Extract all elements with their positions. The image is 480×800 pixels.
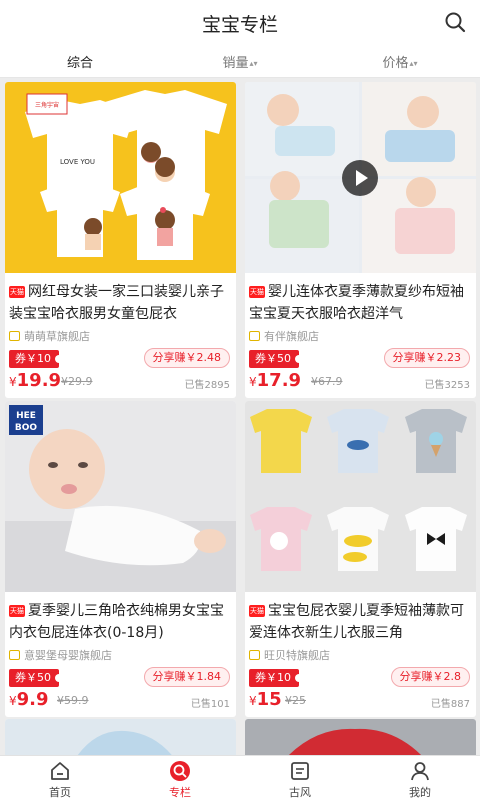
document-icon xyxy=(291,762,309,780)
video-play-icon[interactable] xyxy=(342,160,378,196)
share-earn-button[interactable]: 分享赚￥2.48 xyxy=(143,348,230,368)
product-card[interactable]: 天猫 婴儿连体衣夏季薄款夏纱布短袖宝宝夏天衣服哈衣超洋气 有伴旗舰店 券￥50 分… xyxy=(245,82,476,398)
price: ¥9.9 xyxy=(9,689,49,710)
product-card[interactable]: HEE BOO 天猫 夏季婴儿三角哈衣纯棉男女宝宝内衣包屁连体衣(0-18月) 意… xyxy=(5,401,236,717)
shop-name: 有伴旗舰店 xyxy=(249,328,319,344)
product-image: 三角宇宙 LOVE YOU xyxy=(5,82,236,273)
tab-gufeng[interactable]: 古风 xyxy=(240,760,360,800)
share-earn-button[interactable]: 分享赚￥1.84 xyxy=(143,667,230,687)
price: ¥15 xyxy=(249,689,282,710)
sort-arrows-icon: ▴▾ xyxy=(249,59,258,68)
sold-count: 已售101 xyxy=(190,699,230,710)
shop-icon xyxy=(9,331,20,341)
shop-icon xyxy=(249,331,260,341)
shop-name: 萌萌草旗舰店 xyxy=(9,328,90,344)
tab-column[interactable]: 专栏 xyxy=(120,760,240,800)
shop-name: 意婴堡母婴旗舰店 xyxy=(9,647,112,663)
tab-mine[interactable]: 我的 xyxy=(360,760,480,800)
product-card[interactable]: 三角宇宙 LOVE YOU 天猫 网红母女装一家三口装婴儿亲子装宝宝哈衣服男女童包… xyxy=(5,82,236,398)
shop-name: 旺贝特旗舰店 xyxy=(249,647,330,663)
sort-arrows-icon: ▴▾ xyxy=(409,59,418,68)
heeboo-logo-text: HEE xyxy=(16,411,36,421)
price: ¥19.9 xyxy=(9,370,62,391)
sort-sales[interactable]: 销量▴▾ xyxy=(180,52,300,71)
tmall-badge: 天猫 xyxy=(249,286,265,298)
product-image xyxy=(5,719,236,755)
love-you-text: LOVE YOU xyxy=(60,158,95,166)
tmall-badge: 天猫 xyxy=(9,286,25,298)
search-icon[interactable] xyxy=(444,11,466,33)
sort-price[interactable]: 价格▴▾ xyxy=(340,52,460,71)
shop-icon xyxy=(249,650,260,660)
original-price: ¥67.9 xyxy=(311,375,343,388)
original-price: ¥59.9 xyxy=(57,694,89,707)
product-name: 天猫 婴儿连体衣夏季薄款夏纱布短袖宝宝夏天衣服哈衣超洋气 xyxy=(249,284,464,322)
product-card[interactable] xyxy=(5,719,236,755)
product-card[interactable]: 天猫 宝宝包屁衣婴儿夏季短袖薄款可爱连体衣新生儿衣服三角 旺贝特旗舰店 券￥10 … xyxy=(245,401,476,717)
share-earn-button[interactable]: 分享赚￥2.8 xyxy=(390,667,470,687)
home-icon xyxy=(51,762,69,780)
product-grid: 三角宇宙 LOVE YOU 天猫 网红母女装一家三口装婴儿亲子装宝宝哈衣服男女童包… xyxy=(0,79,480,755)
coupon-badge[interactable]: 券￥10 xyxy=(249,669,303,687)
shop-icon xyxy=(9,650,20,660)
sort-bar: 综合 销量▴▾ 价格▴▾ xyxy=(0,44,480,78)
share-earn-button[interactable]: 分享赚￥2.23 xyxy=(383,348,470,368)
product-name: 天猫 网红母女装一家三口装婴儿亲子装宝宝哈衣服男女童包屁衣 xyxy=(9,284,224,322)
product-name: 天猫 宝宝包屁衣婴儿夏季短袖薄款可爱连体衣新生儿衣服三角 xyxy=(249,603,464,641)
product-card[interactable] xyxy=(245,719,476,755)
tmall-badge: 天猫 xyxy=(9,605,25,617)
app-header: 宝宝专栏 xyxy=(0,0,480,44)
original-price: ¥29.9 xyxy=(61,375,93,388)
product-image xyxy=(245,719,476,755)
sort-default[interactable]: 综合 xyxy=(20,52,140,71)
coupon-badge[interactable]: 券￥50 xyxy=(249,350,303,368)
sold-count: 已售3253 xyxy=(424,380,470,391)
bottom-tab-bar: 首页 专栏 古风 我的 xyxy=(0,755,480,800)
user-icon xyxy=(411,762,429,781)
original-price: ¥25 xyxy=(285,694,306,707)
sold-count: 已售2895 xyxy=(184,380,230,391)
product-image: HEE BOO xyxy=(5,401,236,592)
svg-text:三角宇宙: 三角宇宙 xyxy=(35,101,59,109)
page-title: 宝宝专栏 xyxy=(201,14,278,36)
product-name: 天猫 夏季婴儿三角哈衣纯棉男女宝宝内衣包屁连体衣(0-18月) xyxy=(9,603,224,641)
tmall-badge: 天猫 xyxy=(249,605,265,617)
column-search-icon xyxy=(170,761,190,781)
coupon-badge[interactable]: 券￥10 xyxy=(9,350,63,368)
coupon-badge[interactable]: 券￥50 xyxy=(9,669,63,687)
price: ¥17.9 xyxy=(249,370,302,391)
tab-home[interactable]: 首页 xyxy=(0,760,120,800)
product-image xyxy=(245,401,476,592)
svg-text:BOO: BOO xyxy=(15,423,38,433)
sold-count: 已售887 xyxy=(430,699,470,710)
